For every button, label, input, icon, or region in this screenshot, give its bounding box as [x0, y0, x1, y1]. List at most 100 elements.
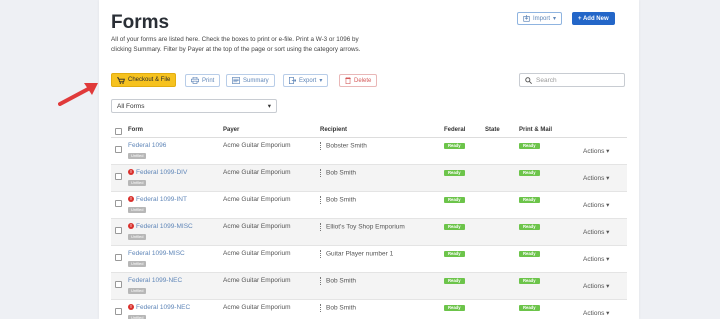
row-checkbox[interactable]: [115, 227, 122, 234]
form-filter-select[interactable]: All Forms ▾: [111, 99, 277, 113]
trash-icon: [345, 77, 351, 84]
recipient-name: Bobster Smith: [326, 142, 367, 150]
row-checkbox[interactable]: [115, 173, 122, 180]
status-tag: Unfiled: [128, 315, 147, 319]
form-name[interactable]: Federal 1099-NEC: [136, 304, 190, 311]
column-print-mail[interactable]: Print & Mail: [519, 127, 552, 133]
search-input[interactable]: [536, 76, 616, 84]
print-button[interactable]: Print: [185, 74, 221, 87]
search-icon: [525, 76, 532, 84]
table-body: Federal 1096 Unfiled Acme Guitar Emporium B…: [111, 138, 627, 319]
row-checkbox[interactable]: [115, 281, 122, 288]
checkout-file-label: Checkout & File: [128, 77, 171, 83]
table-row: Federal 1099-MISC Unfiled Acme Guitar Empo…: [111, 246, 627, 273]
column-payer[interactable]: Payer: [223, 127, 239, 133]
row-checkbox[interactable]: [115, 200, 122, 207]
forms-table: Form Payer Recipient Federal State Print…: [111, 125, 627, 319]
ready-badge: Ready: [444, 170, 465, 176]
print-mail-status: Ready: [519, 250, 540, 257]
ready-badge: Ready: [519, 143, 540, 149]
cart-icon: [117, 76, 125, 84]
drag-handle-icon[interactable]: [320, 250, 322, 258]
actions-menu[interactable]: Actions ▾: [583, 255, 609, 263]
column-federal[interactable]: Federal: [444, 127, 465, 133]
recipient-name: Guitar Player number 1: [326, 250, 394, 258]
recipient-cell: Bob Smith: [320, 169, 356, 177]
ready-badge: Ready: [444, 224, 465, 230]
row-checkbox[interactable]: [115, 254, 122, 261]
search-box: [519, 73, 625, 87]
drag-handle-icon[interactable]: [320, 169, 322, 177]
caret-down-icon: ▾: [606, 148, 610, 155]
form-link[interactable]: ! Federal 1099-MISC: [128, 223, 193, 230]
form-name[interactable]: Federal 1099-MISC: [128, 250, 185, 257]
ready-badge: Ready: [519, 170, 540, 176]
import-icon: [523, 15, 530, 22]
federal-status: Ready: [444, 304, 465, 311]
form-name[interactable]: Federal 1096: [128, 142, 166, 149]
actions-menu[interactable]: Actions ▾: [583, 282, 609, 290]
error-icon: !: [128, 196, 134, 203]
export-button[interactable]: Export ▾: [283, 74, 329, 87]
ready-badge: Ready: [444, 143, 465, 149]
row-checkbox[interactable]: [115, 308, 122, 315]
form-link[interactable]: ! Federal 1099-INT: [128, 196, 187, 203]
drag-handle-icon[interactable]: [320, 142, 322, 150]
form-link[interactable]: Federal 1099-MISC: [128, 250, 185, 257]
form-link[interactable]: Federal 1096: [128, 142, 166, 149]
form-link[interactable]: ! Federal 1099-NEC: [128, 304, 190, 311]
column-form[interactable]: Form: [128, 127, 143, 133]
filter-selected: All Forms: [117, 102, 145, 110]
status-tag: Unfiled: [128, 288, 147, 294]
status-tag: Unfiled: [128, 234, 147, 240]
form-name[interactable]: Federal 1099-MISC: [136, 223, 193, 230]
payer-cell: Acme Guitar Emporium: [223, 223, 291, 230]
caret-down-icon: ▾: [606, 175, 610, 182]
federal-status: Ready: [444, 196, 465, 203]
status-tag: Unfiled: [128, 153, 147, 159]
recipient-cell: Bob Smith: [320, 196, 356, 204]
column-state[interactable]: State: [485, 127, 500, 133]
form-link[interactable]: ! Federal 1099-DIV: [128, 169, 187, 176]
export-icon: [289, 77, 296, 84]
form-name[interactable]: Federal 1099-NEC: [128, 277, 182, 284]
checkout-file-button[interactable]: Checkout & File: [111, 73, 177, 87]
drag-handle-icon[interactable]: [320, 196, 322, 204]
import-label: Import: [533, 15, 551, 22]
actions-menu[interactable]: Actions ▾: [583, 309, 609, 317]
add-new-button[interactable]: + Add New: [572, 12, 615, 25]
payer-cell: Acme Guitar Emporium: [223, 277, 291, 284]
drag-handle-icon[interactable]: [320, 277, 322, 285]
actions-menu[interactable]: Actions ▾: [583, 228, 609, 236]
drag-handle-icon[interactable]: [320, 304, 322, 312]
actions-label: Actions: [583, 202, 605, 209]
summary-button[interactable]: Summary: [226, 74, 275, 87]
select-all-checkbox[interactable]: [115, 128, 122, 135]
row-checkbox[interactable]: [115, 146, 122, 153]
payer-cell: Acme Guitar Emporium: [223, 304, 291, 311]
column-recipient[interactable]: Recipient: [320, 127, 347, 133]
actions-menu[interactable]: Actions ▾: [583, 174, 609, 182]
federal-status: Ready: [444, 142, 465, 149]
print-mail-status: Ready: [519, 304, 540, 311]
import-button[interactable]: Import ▾: [517, 12, 563, 25]
drag-handle-icon[interactable]: [320, 223, 322, 231]
form-name[interactable]: Federal 1099-INT: [136, 196, 187, 203]
recipient-name: Bob Smith: [326, 196, 356, 204]
caret-down-icon: ▾: [606, 229, 610, 236]
table-row: ! Federal 1099-NEC Unfiled Acme Guitar Empo…: [111, 300, 627, 319]
chevron-down-icon: ▾: [267, 103, 271, 110]
form-name[interactable]: Federal 1099-DIV: [136, 169, 187, 176]
actions-menu[interactable]: Actions ▾: [583, 147, 609, 155]
actions-label: Actions: [583, 229, 605, 236]
caret-down-icon: ▾: [606, 256, 610, 263]
actions-menu[interactable]: Actions ▾: [583, 201, 609, 209]
recipient-cell: Bobster Smith: [320, 142, 367, 150]
print-mail-status: Ready: [519, 277, 540, 284]
ready-badge: Ready: [519, 224, 540, 230]
federal-status: Ready: [444, 250, 465, 257]
recipient-name: Elliot's Toy Shop Emporium: [326, 223, 405, 231]
form-link[interactable]: Federal 1099-NEC: [128, 277, 182, 284]
delete-button[interactable]: Delete: [339, 74, 378, 87]
ready-badge: Ready: [519, 197, 540, 203]
